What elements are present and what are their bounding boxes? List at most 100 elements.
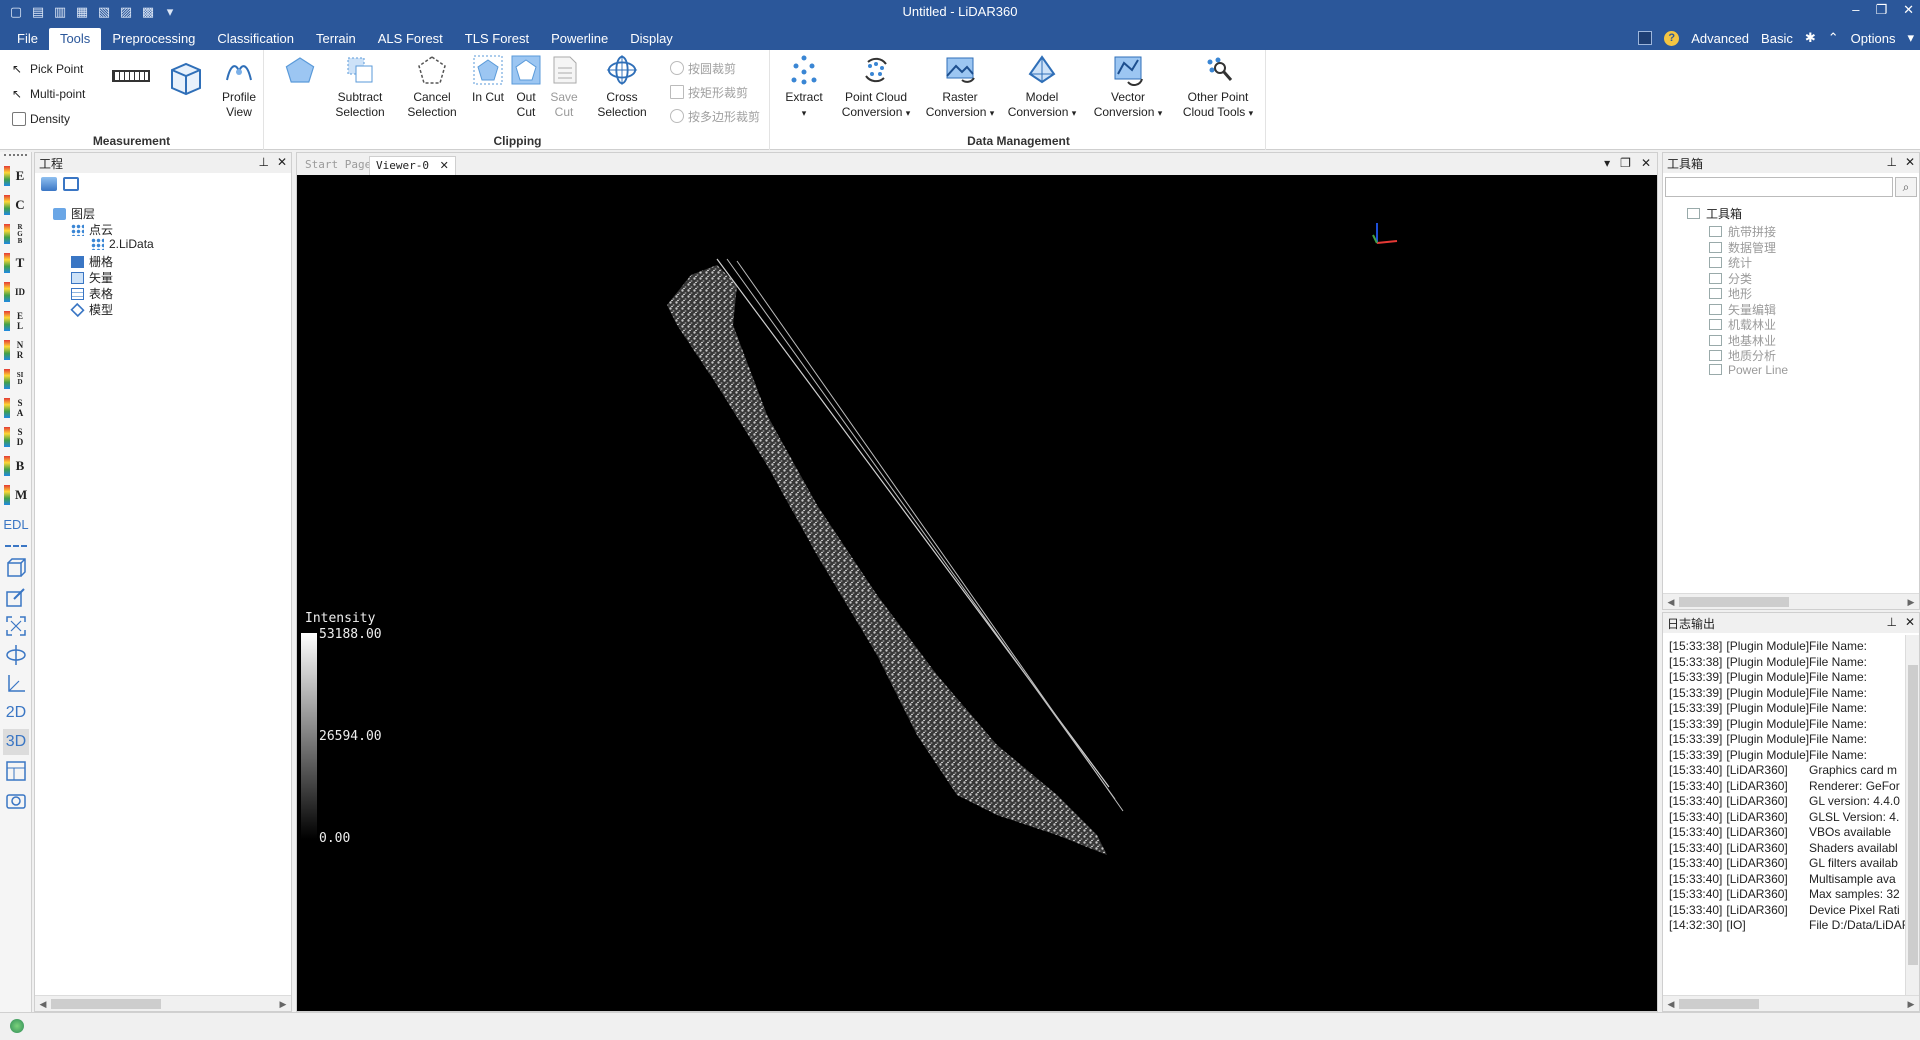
density-button[interactable]: Density bbox=[8, 108, 85, 130]
tab-als-forest[interactable]: ALS Forest bbox=[367, 28, 454, 50]
classification-mode-button[interactable]: C bbox=[3, 192, 29, 218]
tree-vector[interactable]: 矢量 bbox=[71, 269, 113, 286]
ruler-icon[interactable] bbox=[112, 70, 150, 82]
toolbox-item[interactable]: 地基林业 bbox=[1709, 332, 1776, 349]
style-icon[interactable] bbox=[1638, 31, 1653, 45]
tab-powerline[interactable]: Powerline bbox=[540, 28, 619, 50]
log-scroll-right-icon[interactable]: ▶ bbox=[1904, 997, 1918, 1011]
multi-point-button[interactable]: ↖ Multi-point bbox=[8, 83, 85, 105]
log-scroll-thumb[interactable] bbox=[1908, 665, 1918, 965]
tab-viewer-0[interactable]: Viewer-0 ✕ bbox=[369, 156, 456, 175]
model-conversion-button[interactable]: Model Conversion ▾ bbox=[1004, 54, 1080, 121]
log-horizontal-scrollbar[interactable]: ◀ ▶ bbox=[1663, 995, 1919, 1011]
profile-view-button[interactable]: Profile View bbox=[216, 54, 262, 120]
vector-conversion-button[interactable]: Vector Conversion ▾ bbox=[1088, 54, 1168, 121]
blend-mode-button[interactable]: B bbox=[3, 453, 29, 479]
extract-button[interactable]: Extract ▾ bbox=[778, 54, 830, 121]
log-pin-icon[interactable]: ⊥ bbox=[1886, 615, 1896, 629]
toolbox-item[interactable]: 统计 bbox=[1709, 254, 1752, 271]
polygon-select-button[interactable] bbox=[276, 54, 324, 90]
tab-terrain[interactable]: Terrain bbox=[305, 28, 367, 50]
point-cloud-canvas[interactable]: Intensity 53188.00 26594.00 0.00 bbox=[297, 175, 1657, 1011]
raster-conversion-button[interactable]: Raster Conversion ▾ bbox=[924, 54, 996, 121]
subtract-selection-button[interactable]: Subtract Selection bbox=[330, 54, 390, 120]
viewer-close-icon[interactable]: ✕ bbox=[1641, 156, 1651, 170]
help-icon[interactable]: ? bbox=[1664, 30, 1680, 46]
scan-angle-mode-button[interactable]: SA bbox=[3, 395, 29, 421]
toolbox-scroll-right-icon[interactable]: ▶ bbox=[1904, 595, 1918, 609]
tree-file[interactable]: 2.LiData bbox=[91, 237, 154, 251]
view-2d-button[interactable]: 2D bbox=[3, 700, 29, 726]
toolbox-item[interactable]: 地质分析 bbox=[1709, 347, 1776, 364]
scroll-left-icon[interactable]: ◀ bbox=[36, 997, 50, 1011]
box-view-icon[interactable] bbox=[168, 60, 204, 96]
toolbox-pin-icon[interactable]: ⊥ bbox=[1886, 155, 1896, 169]
toolbox-search-input[interactable] bbox=[1665, 177, 1893, 197]
pin-icon[interactable]: ⊥ bbox=[258, 155, 268, 169]
number-of-returns-mode-button[interactable]: NR bbox=[3, 337, 29, 363]
toolbox-item[interactable]: 数据管理 bbox=[1709, 239, 1776, 256]
axis-view-icon[interactable] bbox=[3, 671, 29, 697]
minimize-icon[interactable]: – bbox=[1852, 2, 1859, 18]
tab-tls-forest[interactable]: TLS Forest bbox=[454, 28, 540, 50]
log-vertical-scrollbar[interactable] bbox=[1905, 635, 1919, 995]
cross-selection-button[interactable]: Cross Selection bbox=[592, 54, 652, 120]
toolbox-scroll-left-icon[interactable]: ◀ bbox=[1664, 595, 1678, 609]
clip-circle-button[interactable]: 按圆裁剪 bbox=[670, 56, 760, 80]
panel-close-icon[interactable]: ✕ bbox=[277, 155, 287, 169]
tab-tools[interactable]: Tools bbox=[48, 28, 102, 50]
screenshot-icon[interactable] bbox=[3, 787, 29, 813]
cancel-selection-button[interactable]: Cancel Selection bbox=[402, 54, 462, 120]
elevation-mode-button[interactable]: E bbox=[3, 163, 29, 189]
tab-display[interactable]: Display bbox=[619, 28, 684, 50]
tab-classification[interactable]: Classification bbox=[206, 28, 305, 50]
restore-icon[interactable]: ❐ bbox=[1875, 2, 1887, 18]
toolbox-scroll-thumb[interactable] bbox=[1679, 597, 1789, 607]
tab-start-page[interactable]: Start Page bbox=[299, 156, 377, 175]
close-icon[interactable]: ✕ bbox=[1903, 2, 1914, 18]
out-cut-button[interactable]: Out Cut bbox=[508, 54, 544, 120]
in-cut-button[interactable]: In Cut bbox=[470, 54, 506, 105]
time-mode-button[interactable]: T bbox=[3, 250, 29, 276]
tree-raster[interactable]: 栅格 bbox=[71, 253, 113, 270]
log-scroll-thumb-h[interactable] bbox=[1679, 999, 1759, 1009]
search-icon[interactable]: ⌕ bbox=[1895, 177, 1917, 197]
rotate-view-icon[interactable] bbox=[3, 642, 29, 668]
basic-mode[interactable]: Basic bbox=[1761, 31, 1793, 46]
settings-icon[interactable]: ✱ bbox=[1805, 30, 1816, 46]
viewer-dropdown-icon[interactable]: ▾ bbox=[1604, 156, 1610, 170]
scroll-right-icon[interactable]: ▶ bbox=[276, 997, 290, 1011]
other-point-cloud-tools-button[interactable]: Other Point Cloud Tools ▾ bbox=[1176, 54, 1260, 121]
layout-icon[interactable] bbox=[3, 758, 29, 784]
toolbox-horizontal-scrollbar[interactable]: ◀ ▶ bbox=[1663, 593, 1919, 609]
echo-mode-button[interactable]: EL bbox=[3, 308, 29, 334]
project-horizontal-scrollbar[interactable]: ◀ ▶ bbox=[35, 995, 291, 1011]
options-menu[interactable]: Options bbox=[1851, 31, 1896, 46]
point-cloud-conversion-button[interactable]: Point Cloud Conversion ▾ bbox=[838, 54, 914, 121]
bounding-box-icon[interactable] bbox=[3, 555, 29, 581]
tree-table[interactable]: 表格 bbox=[71, 285, 113, 302]
zoom-extent-icon[interactable] bbox=[3, 613, 29, 639]
tree-model[interactable]: 模型 bbox=[70, 301, 113, 318]
scroll-thumb[interactable] bbox=[51, 999, 161, 1009]
toolbox-item[interactable]: 地形 bbox=[1709, 285, 1752, 302]
toolbox-close-icon[interactable]: ✕ bbox=[1905, 155, 1915, 169]
edit-box-icon[interactable] bbox=[3, 584, 29, 610]
clip-polygon-button[interactable]: 按多边形裁剪 bbox=[670, 104, 760, 128]
log-close-icon[interactable]: ✕ bbox=[1905, 615, 1915, 629]
pick-point-button[interactable]: ↖ Pick Point bbox=[8, 58, 85, 80]
id-mode-button[interactable]: ID bbox=[3, 279, 29, 305]
view-3d-button[interactable]: 3D bbox=[3, 729, 29, 755]
save-cut-button[interactable]: Save Cut bbox=[546, 54, 582, 120]
options-dropdown-icon[interactable]: ▾ bbox=[1907, 30, 1914, 46]
toolbox-root[interactable]: 工具箱 bbox=[1687, 205, 1742, 222]
log-scroll-left-icon[interactable]: ◀ bbox=[1664, 997, 1678, 1011]
toolbox-item[interactable]: 航带拼接 bbox=[1709, 223, 1776, 240]
tree-layers[interactable]: 图层 bbox=[53, 205, 95, 222]
toolbox-item[interactable]: 分类 bbox=[1709, 270, 1752, 287]
viewer-float-icon[interactable]: ❐ bbox=[1620, 156, 1631, 170]
tab-close-icon[interactable]: ✕ bbox=[440, 159, 449, 172]
rgb-mode-button[interactable]: RGB bbox=[3, 221, 29, 247]
tab-file[interactable]: File bbox=[6, 28, 49, 50]
clip-rect-button[interactable]: 按矩形裁剪 bbox=[670, 80, 760, 104]
